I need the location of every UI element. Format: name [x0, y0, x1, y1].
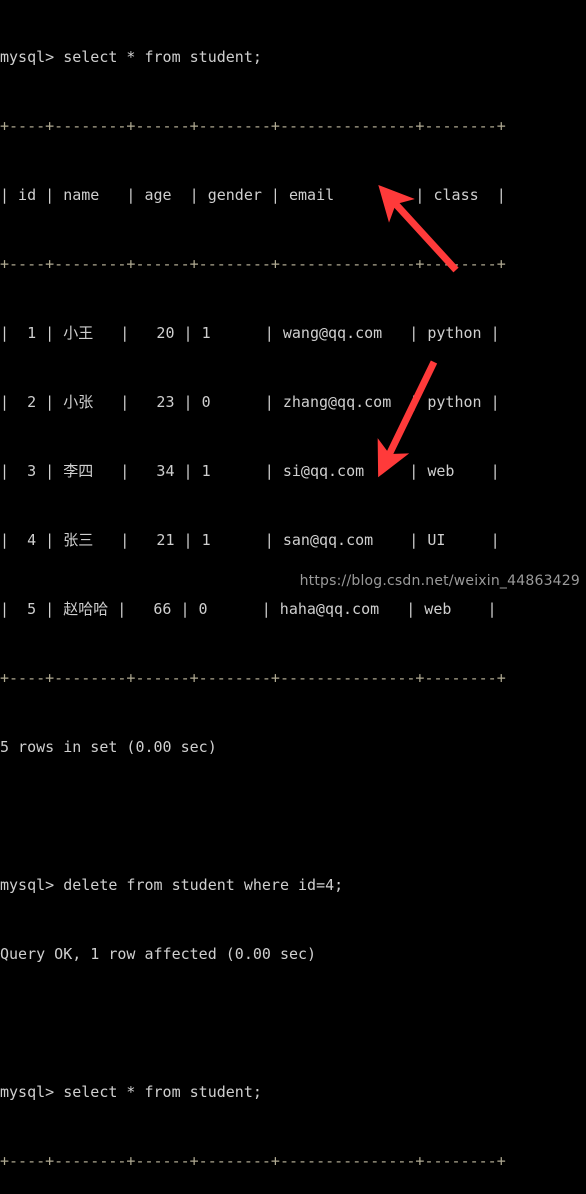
terminal-console[interactable]: mysql> select * from student; +----+----… — [0, 0, 586, 1170]
watermark-url: https://blog.csdn.net/weixin_44863429 — [299, 573, 580, 589]
table-row: | 5 | 赵哈哈 | 66 | 0 | haha@qq.com | web | — [0, 600, 497, 618]
table-row: | 2 | 小张 | 23 | 0 | zhang@qq.com | pytho… — [0, 393, 500, 411]
terminal-line-header-1: | id | name | age | gender | email | cla… — [0, 186, 506, 204]
result-rows-before: 5 rows in set (0.00 sec) — [0, 738, 217, 756]
terminal-line-rule-4: +----+--------+------+--------+---------… — [0, 1152, 506, 1170]
terminal-line-rule-1: +----+--------+------+--------+---------… — [0, 117, 506, 135]
table-row: | 1 | 小王 | 20 | 1 | wang@qq.com | python… — [0, 324, 500, 342]
terminal-line-cmd-select-2: mysql> select * from student; — [0, 1083, 262, 1101]
terminal-line-query-ok: Query OK, 1 row affected (0.00 sec) — [0, 945, 317, 963]
terminal-line-cmd-select-1: mysql> select * from student; — [0, 48, 262, 66]
terminal-line-rule-2: +----+--------+------+--------+---------… — [0, 255, 506, 273]
terminal-line-cmd-delete: mysql> delete from student where id=4; — [0, 876, 344, 894]
table-row: | 3 | 李四 | 34 | 1 | si@qq.com | web | — [0, 462, 500, 480]
terminal-line-rule-3: +----+--------+------+--------+---------… — [0, 669, 506, 687]
table-row-deleted: | 4 | 张三 | 21 | 1 | san@qq.com | UI | — [0, 531, 500, 549]
